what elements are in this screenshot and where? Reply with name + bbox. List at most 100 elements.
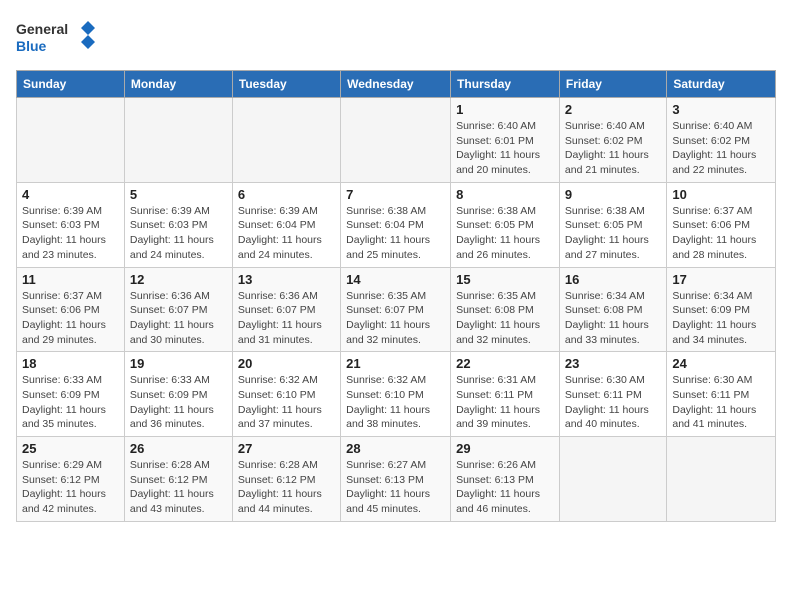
- day-number: 29: [456, 441, 554, 456]
- calendar-cell: [559, 437, 666, 522]
- day-number: 24: [672, 356, 770, 371]
- calendar-cell: 23 Sunrise: 6:30 AM Sunset: 6:11 PM Dayli…: [559, 352, 666, 437]
- day-number: 28: [346, 441, 445, 456]
- calendar-cell: 7 Sunrise: 6:38 AM Sunset: 6:04 PM Daylig…: [341, 182, 451, 267]
- day-number: 23: [565, 356, 661, 371]
- calendar-cell: 6 Sunrise: 6:39 AM Sunset: 6:04 PM Daylig…: [232, 182, 340, 267]
- calendar-cell: 21 Sunrise: 6:32 AM Sunset: 6:10 PM Dayli…: [341, 352, 451, 437]
- calendar-cell: 4 Sunrise: 6:39 AM Sunset: 6:03 PM Daylig…: [17, 182, 125, 267]
- day-number: 3: [672, 102, 770, 117]
- day-detail: Sunrise: 6:39 AM Sunset: 6:04 PM Dayligh…: [238, 204, 335, 263]
- calendar-cell: 27 Sunrise: 6:28 AM Sunset: 6:12 PM Dayli…: [232, 437, 340, 522]
- day-detail: Sunrise: 6:32 AM Sunset: 6:10 PM Dayligh…: [346, 373, 445, 432]
- calendar-cell: 16Sunrise: 6:34 AM Sunset: 6:08 PM Dayli…: [559, 267, 666, 352]
- weekday-header-wednesday: Wednesday: [341, 71, 451, 98]
- day-detail: Sunrise: 6:36 AM Sunset: 6:07 PM Dayligh…: [238, 289, 335, 348]
- weekday-header-saturday: Saturday: [667, 71, 776, 98]
- calendar-cell: 1Sunrise: 6:40 AM Sunset: 6:01 PM Daylig…: [451, 98, 560, 183]
- weekday-header-sunday: Sunday: [17, 71, 125, 98]
- calendar-week-row: 11 Sunrise: 6:37 AM Sunset: 6:06 PM Dayli…: [17, 267, 776, 352]
- weekday-header-row: SundayMondayTuesdayWednesdayThursdayFrid…: [17, 71, 776, 98]
- calendar-cell: 26Sunrise: 6:28 AM Sunset: 6:12 PM Dayli…: [124, 437, 232, 522]
- calendar-cell: 15 Sunrise: 6:35 AM Sunset: 6:08 PM Dayli…: [451, 267, 560, 352]
- calendar-cell: 11 Sunrise: 6:37 AM Sunset: 6:06 PM Dayli…: [17, 267, 125, 352]
- logo: General Blue: [16, 16, 96, 58]
- calendar-cell: [17, 98, 125, 183]
- calendar-week-row: 1Sunrise: 6:40 AM Sunset: 6:01 PM Daylig…: [17, 98, 776, 183]
- day-detail: Sunrise: 6:27 AM Sunset: 6:13 PM Dayligh…: [346, 458, 445, 517]
- day-detail: Sunrise: 6:38 AM Sunset: 6:05 PM Dayligh…: [565, 204, 661, 263]
- svg-text:Blue: Blue: [16, 38, 47, 54]
- day-number: 4: [22, 187, 119, 202]
- calendar-cell: 9 Sunrise: 6:38 AM Sunset: 6:05 PM Daylig…: [559, 182, 666, 267]
- calendar-cell: 19Sunrise: 6:33 AM Sunset: 6:09 PM Dayli…: [124, 352, 232, 437]
- day-detail: Sunrise: 6:34 AM Sunset: 6:09 PM Dayligh…: [672, 289, 770, 348]
- day-detail: Sunrise: 6:30 AM Sunset: 6:11 PM Dayligh…: [565, 373, 661, 432]
- calendar-cell: [124, 98, 232, 183]
- day-number: 13: [238, 272, 335, 287]
- day-detail: Sunrise: 6:39 AM Sunset: 6:03 PM Dayligh…: [130, 204, 227, 263]
- day-number: 20: [238, 356, 335, 371]
- day-detail: Sunrise: 6:40 AM Sunset: 6:02 PM Dayligh…: [565, 119, 661, 178]
- day-detail: Sunrise: 6:39 AM Sunset: 6:03 PM Dayligh…: [22, 204, 119, 263]
- calendar-cell: 18 Sunrise: 6:33 AM Sunset: 6:09 PM Dayli…: [17, 352, 125, 437]
- day-detail: Sunrise: 6:35 AM Sunset: 6:08 PM Dayligh…: [456, 289, 554, 348]
- day-detail: Sunrise: 6:33 AM Sunset: 6:09 PM Dayligh…: [22, 373, 119, 432]
- day-number: 2: [565, 102, 661, 117]
- logo-svg: General Blue: [16, 16, 96, 58]
- calendar-cell: 28 Sunrise: 6:27 AM Sunset: 6:13 PM Dayli…: [341, 437, 451, 522]
- day-number: 11: [22, 272, 119, 287]
- day-number: 25: [22, 441, 119, 456]
- calendar-cell: [341, 98, 451, 183]
- day-number: 17: [672, 272, 770, 287]
- calendar-cell: 2 Sunrise: 6:40 AM Sunset: 6:02 PM Daylig…: [559, 98, 666, 183]
- day-number: 1: [456, 102, 554, 117]
- day-number: 26: [130, 441, 227, 456]
- day-number: 14: [346, 272, 445, 287]
- calendar-cell: 25 Sunrise: 6:29 AM Sunset: 6:12 PM Dayli…: [17, 437, 125, 522]
- day-detail: Sunrise: 6:26 AM Sunset: 6:13 PM Dayligh…: [456, 458, 554, 517]
- day-number: 5: [130, 187, 227, 202]
- weekday-header-thursday: Thursday: [451, 71, 560, 98]
- calendar-cell: 22 Sunrise: 6:31 AM Sunset: 6:11 PM Dayli…: [451, 352, 560, 437]
- day-detail: Sunrise: 6:37 AM Sunset: 6:06 PM Dayligh…: [672, 204, 770, 263]
- day-detail: Sunrise: 6:34 AM Sunset: 6:08 PM Dayligh…: [565, 289, 661, 348]
- day-number: 6: [238, 187, 335, 202]
- calendar-cell: 10 Sunrise: 6:37 AM Sunset: 6:06 PM Dayli…: [667, 182, 776, 267]
- day-detail: Sunrise: 6:30 AM Sunset: 6:11 PM Dayligh…: [672, 373, 770, 432]
- calendar-cell: 14 Sunrise: 6:35 AM Sunset: 6:07 PM Dayli…: [341, 267, 451, 352]
- day-number: 7: [346, 187, 445, 202]
- day-detail: Sunrise: 6:31 AM Sunset: 6:11 PM Dayligh…: [456, 373, 554, 432]
- weekday-header-monday: Monday: [124, 71, 232, 98]
- calendar-cell: 13 Sunrise: 6:36 AM Sunset: 6:07 PM Dayli…: [232, 267, 340, 352]
- day-number: 9: [565, 187, 661, 202]
- calendar-cell: 8Sunrise: 6:38 AM Sunset: 6:05 PM Daylig…: [451, 182, 560, 267]
- day-number: 19: [130, 356, 227, 371]
- calendar-cell: [232, 98, 340, 183]
- header: General Blue: [16, 16, 776, 58]
- calendar-cell: 3 Sunrise: 6:40 AM Sunset: 6:02 PM Daylig…: [667, 98, 776, 183]
- calendar-cell: [667, 437, 776, 522]
- calendar-week-row: 4 Sunrise: 6:39 AM Sunset: 6:03 PM Daylig…: [17, 182, 776, 267]
- day-number: 18: [22, 356, 119, 371]
- day-number: 27: [238, 441, 335, 456]
- day-number: 22: [456, 356, 554, 371]
- day-detail: Sunrise: 6:28 AM Sunset: 6:12 PM Dayligh…: [238, 458, 335, 517]
- day-detail: Sunrise: 6:35 AM Sunset: 6:07 PM Dayligh…: [346, 289, 445, 348]
- svg-text:General: General: [16, 21, 68, 37]
- day-number: 21: [346, 356, 445, 371]
- calendar-cell: 24 Sunrise: 6:30 AM Sunset: 6:11 PM Dayli…: [667, 352, 776, 437]
- day-detail: Sunrise: 6:36 AM Sunset: 6:07 PM Dayligh…: [130, 289, 227, 348]
- day-detail: Sunrise: 6:38 AM Sunset: 6:04 PM Dayligh…: [346, 204, 445, 263]
- calendar-cell: 20Sunrise: 6:32 AM Sunset: 6:10 PM Dayli…: [232, 352, 340, 437]
- calendar-cell: 29 Sunrise: 6:26 AM Sunset: 6:13 PM Dayli…: [451, 437, 560, 522]
- day-number: 15: [456, 272, 554, 287]
- calendar-cell: 12Sunrise: 6:36 AM Sunset: 6:07 PM Dayli…: [124, 267, 232, 352]
- day-detail: Sunrise: 6:38 AM Sunset: 6:05 PM Dayligh…: [456, 204, 554, 263]
- day-detail: Sunrise: 6:40 AM Sunset: 6:02 PM Dayligh…: [672, 119, 770, 178]
- day-detail: Sunrise: 6:29 AM Sunset: 6:12 PM Dayligh…: [22, 458, 119, 517]
- calendar-cell: 17 Sunrise: 6:34 AM Sunset: 6:09 PM Dayli…: [667, 267, 776, 352]
- day-detail: Sunrise: 6:37 AM Sunset: 6:06 PM Dayligh…: [22, 289, 119, 348]
- calendar-cell: 5 Sunrise: 6:39 AM Sunset: 6:03 PM Daylig…: [124, 182, 232, 267]
- day-number: 10: [672, 187, 770, 202]
